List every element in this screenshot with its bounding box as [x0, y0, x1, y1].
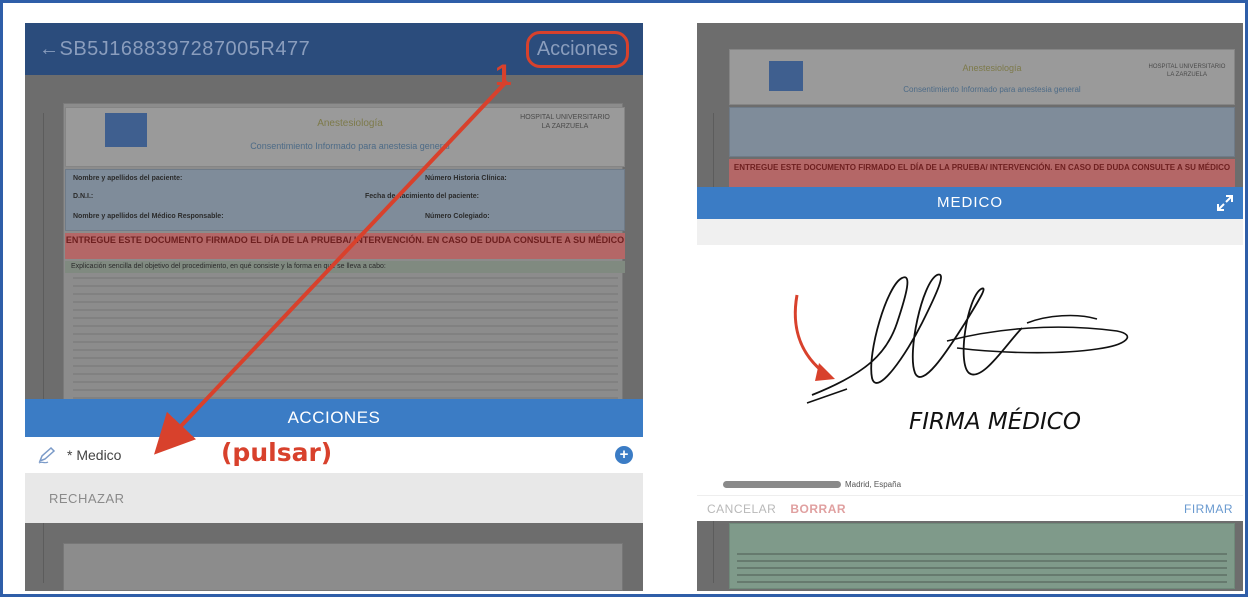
document-header-subtitle: Consentimiento Informado para anestesia … — [250, 141, 450, 151]
document-lower-section — [63, 543, 623, 591]
right-phone-screen: Anestesiología Consentimiento Informado … — [697, 23, 1243, 591]
location-redacted — [723, 480, 841, 488]
plus-circle-icon[interactable]: + — [615, 446, 633, 464]
expand-icon[interactable] — [1215, 193, 1235, 213]
document-warning-banner: ENTREGUE ESTE DOCUMENTO FIRMADO EL DÍA D… — [65, 233, 625, 259]
birthdate-label: Fecha de nacimiento del paciente: — [365, 193, 479, 200]
hospital-logo — [105, 113, 147, 147]
cancel-button[interactable]: CANCELAR — [707, 502, 776, 516]
medico-dialog-title: MEDICO — [697, 187, 1243, 219]
pulsar-annotation: (pulsar) — [221, 438, 333, 467]
top-app-bar: ←SB5J1688397287005R477 Acciones — [25, 23, 643, 75]
step-number-annotation: 1 — [495, 59, 512, 92]
doctor-name-label: Nombre y apellidos del Médico Responsabl… — [73, 213, 224, 220]
left-phone-screen: Anestesiología Consentimiento Informado … — [25, 23, 643, 591]
rechazar-action-item[interactable]: RECHAZAR — [25, 473, 643, 523]
signature-pad-top-strip — [697, 219, 1243, 245]
collegiate-number-label: Número Colegiado: — [425, 213, 490, 220]
pen-icon — [38, 446, 56, 464]
medico-action-label: * Medico — [67, 447, 122, 463]
document-header-title: Anestesiología — [962, 63, 1022, 73]
acciones-button[interactable]: Acciones — [525, 30, 629, 68]
signature-buttons-row: CANCELAR BORRAR FIRMAR — [697, 495, 1243, 521]
document-hospital-name: HOSPITAL UNIVERSITARIO LA ZARZUELA — [1148, 64, 1226, 78]
patient-name-label: Nombre y apellidos del paciente: — [73, 175, 183, 182]
medico-action-item[interactable]: * Medico — [25, 437, 643, 473]
document-explanation-heading: Explicación sencilla del objetivo del pr… — [65, 261, 625, 273]
location-row: Madrid, España — [697, 473, 1243, 495]
document-lower-text — [737, 553, 1227, 587]
document-warning-banner: ENTREGUE ESTE DOCUMENTO FIRMADO EL DÍA D… — [729, 159, 1235, 189]
sign-button[interactable]: FIRMAR — [1184, 502, 1233, 516]
rechazar-label: RECHAZAR — [49, 490, 125, 506]
acciones-sheet-title: ACCIONES — [25, 399, 643, 437]
history-number-label: Número Historia Clínica: — [425, 175, 507, 182]
signature-pad[interactable] — [697, 219, 1243, 495]
dni-label: D.N.I.: — [73, 193, 94, 200]
clear-button[interactable]: BORRAR — [790, 502, 846, 516]
hospital-logo — [769, 61, 803, 91]
document-header-title: Anestesiología — [317, 118, 383, 129]
document-patient-info — [729, 107, 1235, 157]
location-text: Madrid, España — [845, 479, 902, 489]
document-body-text — [73, 277, 618, 407]
document-id-back-link[interactable]: ←SB5J1688397287005R477 — [39, 38, 310, 61]
screenshot-frame: Anestesiología Consentimiento Informado … — [0, 0, 1248, 597]
document-hospital-name: HOSPITAL UNIVERSITARIO LA ZARZUELA — [520, 114, 610, 130]
document-header-subtitle: Consentimiento Informado para anestesia … — [903, 85, 1081, 94]
